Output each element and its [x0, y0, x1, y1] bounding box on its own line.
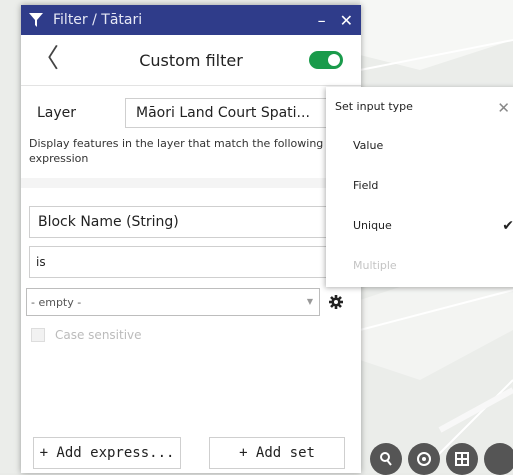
input-type-popup: Set input type ✕ Value Field Unique ✔ Mu…: [326, 87, 513, 287]
map-tools: [370, 443, 513, 475]
popup-item-label: Multiple: [353, 258, 397, 272]
popup-item-label: Unique: [353, 218, 392, 232]
filter-panel: Filter / Tātari – ✕ 〈 Custom filter Laye…: [21, 5, 361, 473]
input-type-multiple: Multiple: [326, 245, 513, 285]
basemap-icon[interactable]: [408, 443, 440, 475]
search-icon[interactable]: [370, 443, 402, 475]
value-placeholder: - empty -: [31, 295, 82, 309]
add-expression-button[interactable]: + Add express...: [33, 437, 181, 469]
gear-icon[interactable]: [329, 295, 343, 309]
popup-item-label: Field: [353, 178, 379, 192]
check-icon: ✔: [502, 218, 513, 234]
input-type-field[interactable]: Field: [326, 165, 513, 205]
section-divider: [21, 178, 361, 188]
filter-enabled-toggle[interactable]: [309, 51, 343, 69]
window-titlebar[interactable]: Filter / Tātari – ✕: [21, 5, 361, 35]
filter-icon: [29, 13, 43, 27]
add-set-button[interactable]: + Add set: [209, 437, 345, 469]
layer-row: Layer Māori Land Court Spati...: [21, 86, 361, 134]
close-button[interactable]: ✕: [340, 11, 353, 30]
minimize-button[interactable]: –: [318, 11, 326, 30]
case-sensitive-checkbox[interactable]: [31, 328, 45, 342]
chevron-down-icon: ▼: [306, 297, 313, 306]
layer-select[interactable]: Māori Land Court Spati...: [125, 98, 351, 128]
input-type-unique[interactable]: Unique ✔: [326, 205, 513, 245]
case-sensitive-label: Case sensitive: [55, 328, 142, 342]
more-tools-icon[interactable]: [484, 443, 513, 475]
input-type-value[interactable]: Value: [326, 125, 513, 165]
layer-label: Layer: [37, 105, 77, 121]
toggle-knob: [328, 54, 340, 66]
popup-item-label: Value: [353, 138, 384, 152]
panel-header: 〈 Custom filter: [21, 35, 361, 86]
bottom-buttons: + Add express... + Add set: [33, 437, 345, 469]
value-select[interactable]: - empty - ▼: [26, 288, 320, 316]
popup-title: Set input type: [335, 99, 413, 113]
close-icon[interactable]: ✕: [497, 99, 510, 117]
filter-description: Display features in the layer that match…: [29, 137, 324, 165]
window-title: Filter / Tātari: [53, 12, 143, 28]
grid-icon[interactable]: [446, 443, 478, 475]
operator-select[interactable]: is: [29, 246, 349, 278]
value-row: - empty - ▼: [26, 288, 361, 316]
case-sensitive-row: Case sensitive: [31, 328, 361, 342]
field-select[interactable]: Block Name (String): [29, 206, 349, 238]
popup-header: Set input type ✕: [326, 87, 513, 125]
back-button[interactable]: 〈: [33, 46, 59, 72]
